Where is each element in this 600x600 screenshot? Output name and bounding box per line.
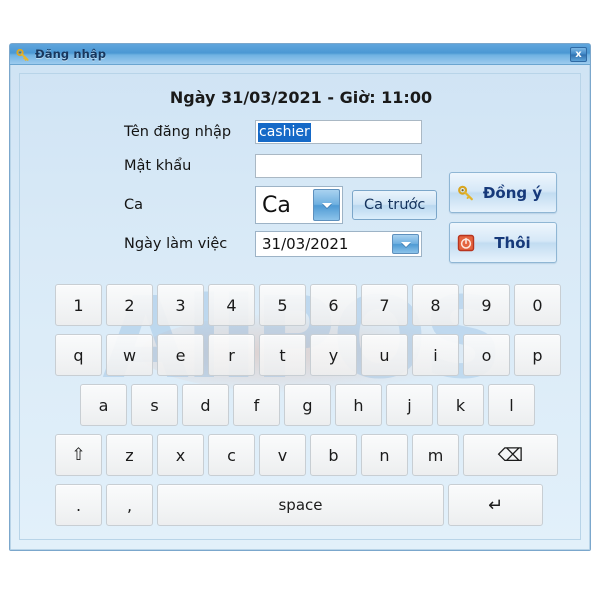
key-icon — [457, 184, 475, 202]
keyboard-row-qwerty: q w e r t y u i o p — [55, 334, 561, 376]
keyboard-row-home: a s d f g h j k l — [80, 384, 535, 426]
power-off-icon — [457, 234, 475, 252]
dialog-panel: AllPOS Ngày 31/03/2021 - Giờ: 11:00 Tên … — [19, 73, 581, 540]
keyboard-row-shift: ⇧ z x c v b n m ⌫ — [55, 434, 558, 476]
cancel-button[interactable]: Thôi — [449, 222, 557, 263]
username-value: cashier — [258, 122, 311, 142]
key-d[interactable]: d — [182, 384, 229, 426]
workdate-combobox[interactable]: 31/03/2021 — [255, 231, 422, 257]
key-8[interactable]: 8 — [412, 284, 459, 326]
key-enter[interactable]: ↵ — [448, 484, 543, 526]
key-6[interactable]: 6 — [310, 284, 357, 326]
chevron-down-icon[interactable] — [392, 234, 419, 254]
password-input[interactable] — [255, 154, 422, 178]
key-a[interactable]: a — [80, 384, 127, 426]
workdate-label: Ngày làm việc — [124, 236, 228, 252]
key-j[interactable]: j — [386, 384, 433, 426]
key-s[interactable]: s — [131, 384, 178, 426]
window-title: Đăng nhập — [35, 47, 107, 61]
key-comma[interactable]: , — [106, 484, 153, 526]
key-y[interactable]: y — [310, 334, 357, 376]
key-7[interactable]: 7 — [361, 284, 408, 326]
username-input[interactable]: cashier — [255, 120, 422, 144]
workdate-row: Ngày làm việc 31/03/2021 — [124, 231, 422, 257]
key-f[interactable]: f — [233, 384, 280, 426]
key-c[interactable]: c — [208, 434, 255, 476]
close-icon[interactable]: x — [570, 46, 587, 62]
cancel-button-label: Thôi — [494, 233, 531, 252]
key-4[interactable]: 4 — [208, 284, 255, 326]
key-w[interactable]: w — [106, 334, 153, 376]
screen: Đăng nhập x AllPOS Ngày 31/03/2021 - Giờ… — [0, 0, 600, 600]
keyboard-row-bottom: . , space ↵ — [55, 484, 543, 526]
prev-shift-button[interactable]: Ca trước — [352, 190, 438, 220]
key-9[interactable]: 9 — [463, 284, 510, 326]
key-l[interactable]: l — [488, 384, 535, 426]
key-z[interactable]: z — [106, 434, 153, 476]
chevron-down-icon[interactable] — [313, 189, 340, 221]
shift-value: Ca — [262, 192, 291, 218]
key-g[interactable]: g — [284, 384, 331, 426]
key-e[interactable]: e — [157, 334, 204, 376]
key-n[interactable]: n — [361, 434, 408, 476]
key-o[interactable]: o — [463, 334, 510, 376]
key-r[interactable]: r — [208, 334, 255, 376]
key-1[interactable]: 1 — [55, 284, 102, 326]
key-x[interactable]: x — [157, 434, 204, 476]
key-5[interactable]: 5 — [259, 284, 306, 326]
ok-button[interactable]: Đồng ý — [449, 172, 557, 213]
key-p[interactable]: p — [514, 334, 561, 376]
key-icon — [16, 47, 30, 61]
password-row: Mật khẩu — [124, 154, 422, 178]
username-label: Tên đăng nhập — [124, 124, 232, 140]
key-shift[interactable]: ⇧ — [55, 434, 102, 476]
key-3[interactable]: 3 — [157, 284, 204, 326]
key-q[interactable]: q — [55, 334, 102, 376]
key-t[interactable]: t — [259, 334, 306, 376]
key-backspace[interactable]: ⌫ — [463, 434, 558, 476]
shift-row: Ca Ca Ca trước — [124, 186, 438, 224]
key-h[interactable]: h — [335, 384, 382, 426]
title-bar: Đăng nhập x — [10, 44, 590, 65]
key-0[interactable]: 0 — [514, 284, 561, 326]
shift-label: Ca — [124, 197, 144, 213]
login-dialog: Đăng nhập x AllPOS Ngày 31/03/2021 - Giờ… — [9, 43, 591, 551]
ok-button-label: Đồng ý — [482, 183, 543, 202]
workdate-value: 31/03/2021 — [262, 235, 349, 253]
key-k[interactable]: k — [437, 384, 484, 426]
password-label: Mật khẩu — [124, 158, 192, 174]
key-period[interactable]: . — [55, 484, 102, 526]
keyboard-row-numbers: 1 2 3 4 5 6 7 8 9 0 — [55, 284, 561, 326]
shift-combobox[interactable]: Ca — [255, 186, 343, 224]
key-v[interactable]: v — [259, 434, 306, 476]
key-space[interactable]: space — [157, 484, 444, 526]
username-row: Tên đăng nhập cashier — [124, 120, 422, 144]
key-b[interactable]: b — [310, 434, 357, 476]
page-title: Ngày 31/03/2021 - Giờ: 11:00 — [169, 88, 433, 107]
key-2[interactable]: 2 — [106, 284, 153, 326]
key-u[interactable]: u — [361, 334, 408, 376]
key-m[interactable]: m — [412, 434, 459, 476]
key-i[interactable]: i — [412, 334, 459, 376]
